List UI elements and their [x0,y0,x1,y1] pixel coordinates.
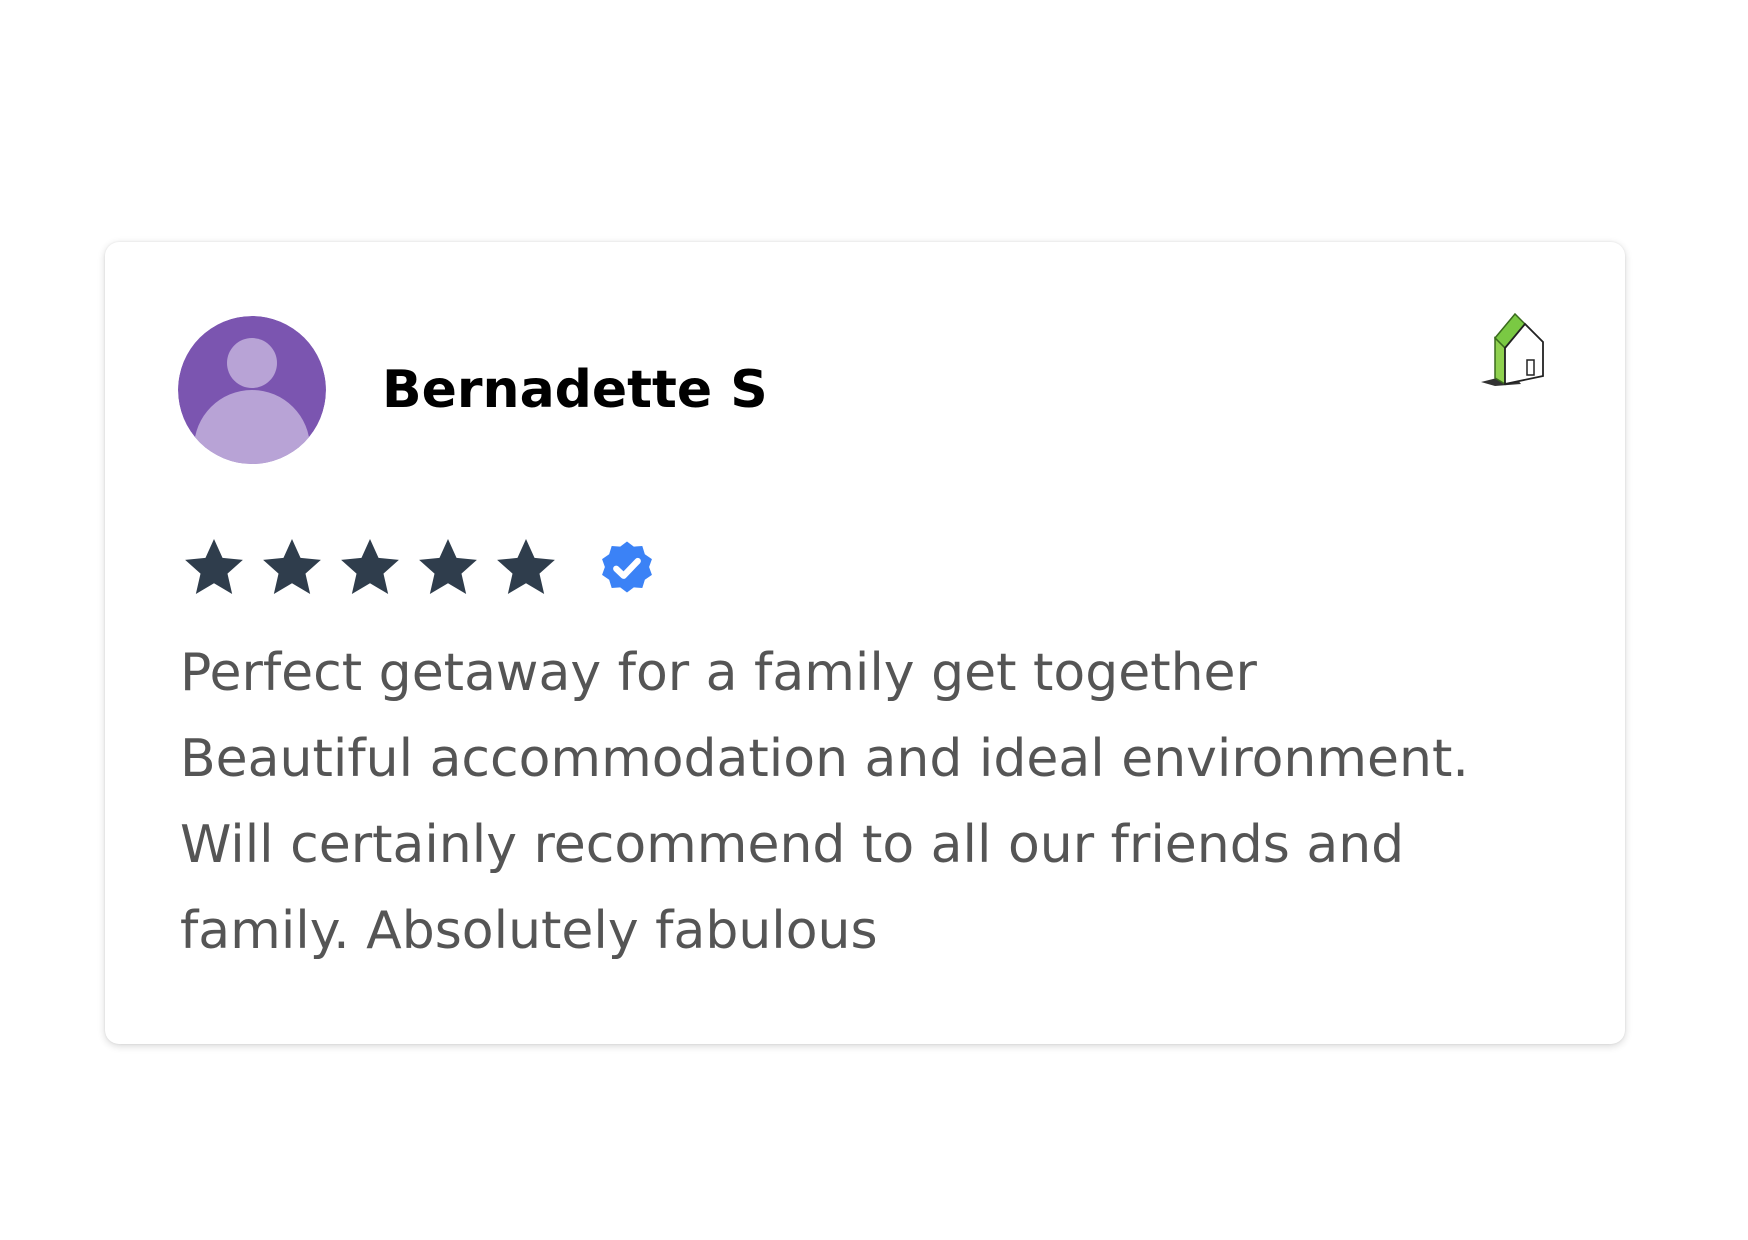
star-icon [181,534,247,600]
review-text-line: Perfect getaway for a family get togethe… [180,643,1257,703]
default-user-avatar-icon [178,316,326,464]
house-logo-icon[interactable] [1477,312,1557,392]
star-icon [337,534,403,600]
review-card: Bernadette S Perfect getaway for a famil… [105,242,1625,1044]
review-text-line: Will certainly recommend to all our frie… [180,815,1405,875]
star-icon [259,534,325,600]
star-icon [415,534,481,600]
verified-badge-icon [593,533,661,601]
reviewer-name: Bernadette S [382,360,768,420]
avatar [178,316,326,464]
review-text-line: Beautiful accommodation and ideal enviro… [180,729,1469,789]
star-icon [493,534,559,600]
star-rating [181,532,661,602]
review-text-line: family. Absolutely fabulous [180,901,878,961]
review-text: Perfect getaway for a family get togethe… [180,630,1580,974]
